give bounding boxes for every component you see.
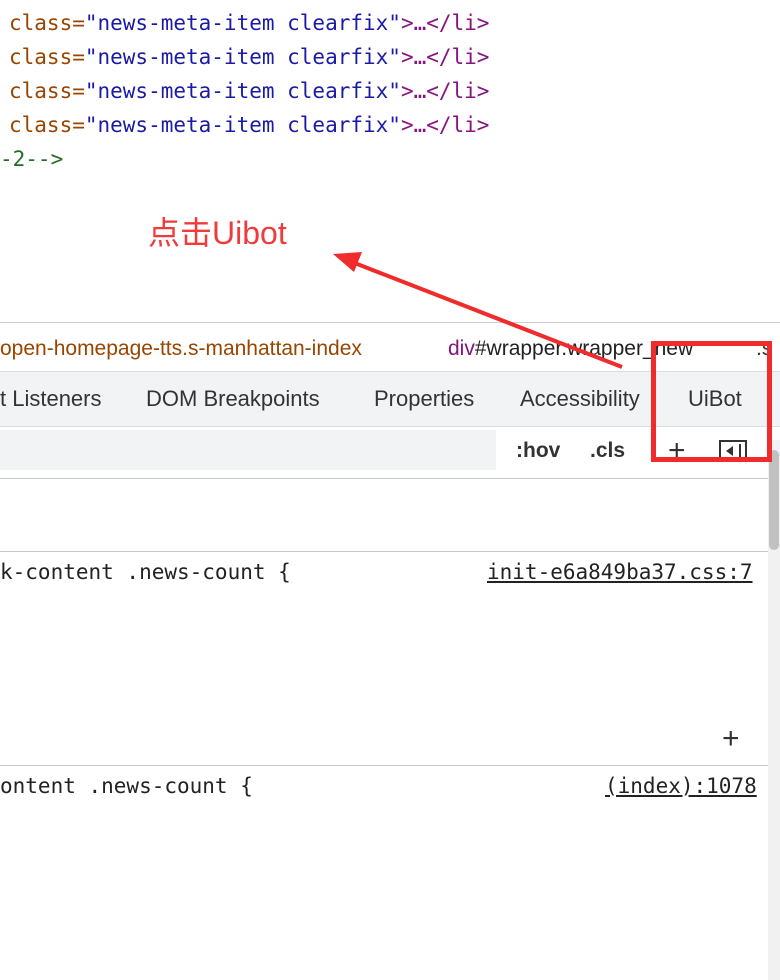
rule-selector[interactable]: ontent .news-count { — [0, 769, 253, 803]
breadcrumb-item-next[interactable]: .s — [756, 323, 772, 371]
new-style-rule-button[interactable]: + — [668, 436, 686, 466]
cls-toggle[interactable]: .cls — [590, 432, 625, 470]
breadcrumb-item-wrapper[interactable]: div#wrapper.wrapper_new — [448, 323, 693, 371]
attr-name: class= — [9, 11, 85, 35]
tab-properties[interactable]: Properties — [374, 372, 474, 426]
rule-selector[interactable]: k-content .news-count { — [0, 555, 291, 589]
breadcrumb-item-body[interactable]: open-homepage-tts.s-manhattan-index — [0, 323, 362, 371]
breadcrumb: open-homepage-tts.s-manhattan-index div#… — [0, 322, 780, 371]
tag-close: >…</li> — [400, 11, 490, 35]
breadcrumb-selector: #wrapper.wrapper_new — [474, 337, 694, 360]
devtools-subtabs: t Listeners DOM Breakpoints Properties A… — [0, 371, 780, 427]
code-line[interactable]: class="news-meta-item clearfix">…</li> — [9, 6, 489, 40]
attr-name: class= — [9, 45, 85, 69]
rule-divider — [0, 765, 768, 766]
code-line[interactable]: class="news-meta-item clearfix">…</li> — [9, 74, 489, 108]
rule-source-link[interactable]: init-e6a849ba37.css:7 — [487, 555, 753, 589]
add-property-button[interactable]: + — [722, 724, 740, 754]
tag-close: >…</li> — [400, 79, 490, 103]
tag-close: >…</li> — [400, 113, 490, 137]
annotation-label: 点击Uibot — [148, 215, 287, 251]
tab-accessibility[interactable]: Accessibility — [520, 372, 640, 426]
hov-toggle[interactable]: :hov — [516, 432, 560, 470]
filter-input[interactable] — [0, 430, 496, 470]
rule-source-link[interactable]: (index):1078 — [605, 769, 757, 803]
attr-name: class= — [9, 79, 85, 103]
attr-value: "news-meta-item clearfix" — [84, 45, 401, 69]
tab-event-listeners[interactable]: t Listeners — [0, 372, 102, 426]
annotation-arrow — [333, 252, 623, 369]
attr-value: "news-meta-item clearfix" — [84, 11, 401, 35]
tab-uibot[interactable]: UiBot — [688, 372, 742, 426]
attr-value: "news-meta-item clearfix" — [84, 79, 401, 103]
tag-close: >…</li> — [400, 45, 490, 69]
tab-dom-breakpoints[interactable]: DOM Breakpoints — [146, 372, 320, 426]
scrollbar-thumb[interactable] — [769, 450, 779, 550]
code-line[interactable]: class="news-meta-item clearfix">…</li> — [9, 40, 489, 74]
styles-toolbar: :hov .cls + — [0, 426, 780, 479]
attr-name: class= — [9, 113, 85, 137]
attr-value: "news-meta-item clearfix" — [84, 113, 401, 137]
code-line[interactable]: class="news-meta-item clearfix">…</li> — [9, 108, 489, 142]
breadcrumb-tag: div — [448, 337, 475, 360]
rule-divider — [0, 551, 768, 552]
toggle-sidebar-icon[interactable] — [719, 440, 747, 462]
comment-line[interactable]: -2--> — [0, 142, 63, 176]
